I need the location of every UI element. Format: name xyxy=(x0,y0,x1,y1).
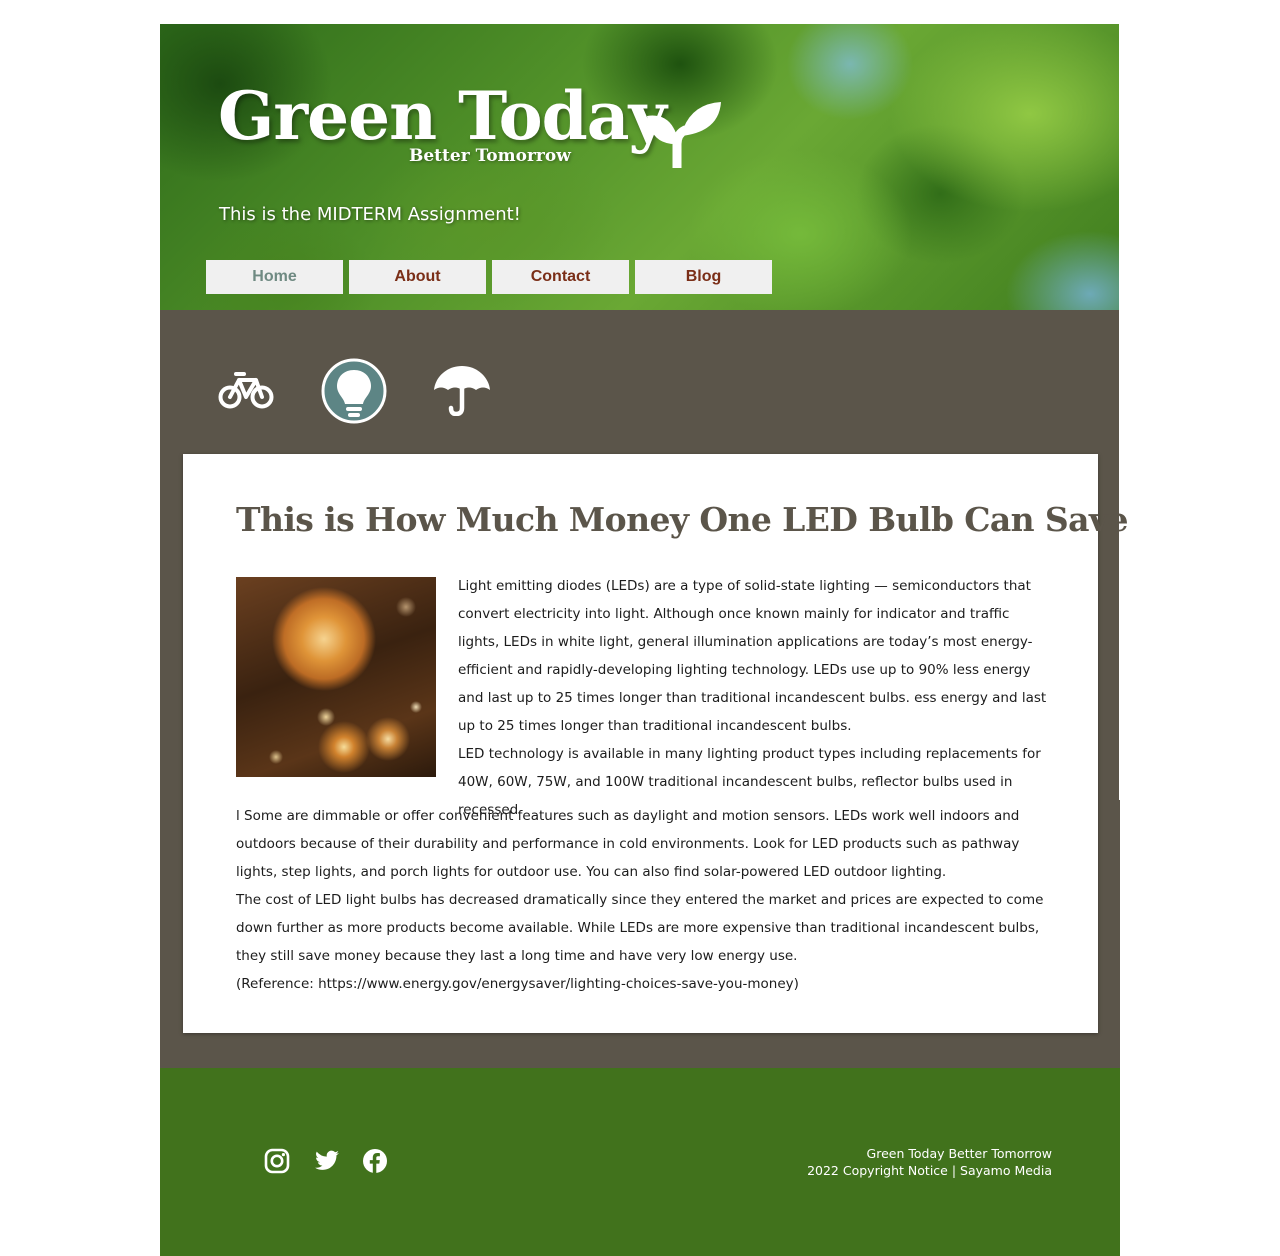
main-nav: Home About Contact Blog xyxy=(206,260,772,294)
article-text-wrapped: Light emitting diodes (LEDs) are a type … xyxy=(458,572,1048,824)
article-paragraph: The cost of LED light bulbs has decrease… xyxy=(236,892,1044,964)
footer-tagline: Green Today Better Tomorrow xyxy=(866,1146,1052,1161)
nav-home[interactable]: Home xyxy=(206,260,343,294)
nav-about[interactable]: About xyxy=(349,260,486,294)
footer-copyright: 2022 Copyright Notice | Sayamo Media xyxy=(807,1163,1052,1178)
nav-blog[interactable]: Blog xyxy=(635,260,772,294)
footer-text: Green Today Better Tomorrow 2022 Copyrig… xyxy=(807,1145,1052,1179)
article-text-full: l Some are dimmable or offer convenient … xyxy=(236,802,1051,998)
article-card: This is How Much Money One LED Bulb Can … xyxy=(183,454,1129,1033)
article-image xyxy=(236,577,436,777)
facebook-icon[interactable] xyxy=(362,1148,388,1174)
umbrella-icon[interactable] xyxy=(433,364,491,416)
instagram-icon[interactable] xyxy=(264,1148,290,1174)
site-footer: Green Today Better Tomorrow 2022 Copyrig… xyxy=(160,1068,1120,1256)
tagline: This is the MIDTERM Assignment! xyxy=(219,204,521,225)
site-title[interactable]: Green Today xyxy=(218,76,667,156)
article-paragraph: l Some are dimmable or offer convenient … xyxy=(236,808,1020,880)
twitter-icon[interactable] xyxy=(314,1148,340,1174)
nav-contact[interactable]: Contact xyxy=(492,260,629,294)
bicycle-icon[interactable] xyxy=(218,370,274,410)
hero-header: Green Today Better Tomorrow This is the … xyxy=(160,24,1119,310)
article-paragraph: Light emitting diodes (LEDs) are a type … xyxy=(458,578,1047,734)
sprout-icon xyxy=(647,102,721,168)
lightbulb-icon[interactable] xyxy=(321,358,387,424)
site-subtitle: Better Tomorrow xyxy=(409,146,571,166)
article-reference[interactable]: (Reference: https://www.energy.gov/energ… xyxy=(236,970,1051,998)
article-title: This is How Much Money One LED Bulb Can … xyxy=(236,500,1129,539)
page: Green Today Better Tomorrow This is the … xyxy=(160,24,1129,1256)
